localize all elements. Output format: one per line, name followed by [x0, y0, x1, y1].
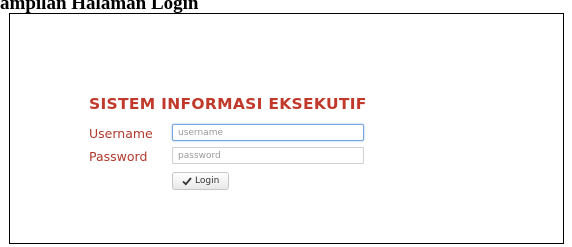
- password-label: Password: [89, 149, 148, 164]
- login-button[interactable]: Login: [172, 172, 230, 190]
- login-button-label: Login: [195, 176, 220, 186]
- app-title: SISTEM INFORMASI EKSEKUTIF: [89, 95, 367, 113]
- check-icon: [182, 177, 192, 186]
- password-input[interactable]: [172, 147, 364, 164]
- login-form: SISTEM INFORMASI EKSEKUTIF Username Pass…: [89, 95, 469, 205]
- username-label: Username: [89, 126, 153, 141]
- username-input[interactable]: [172, 124, 364, 141]
